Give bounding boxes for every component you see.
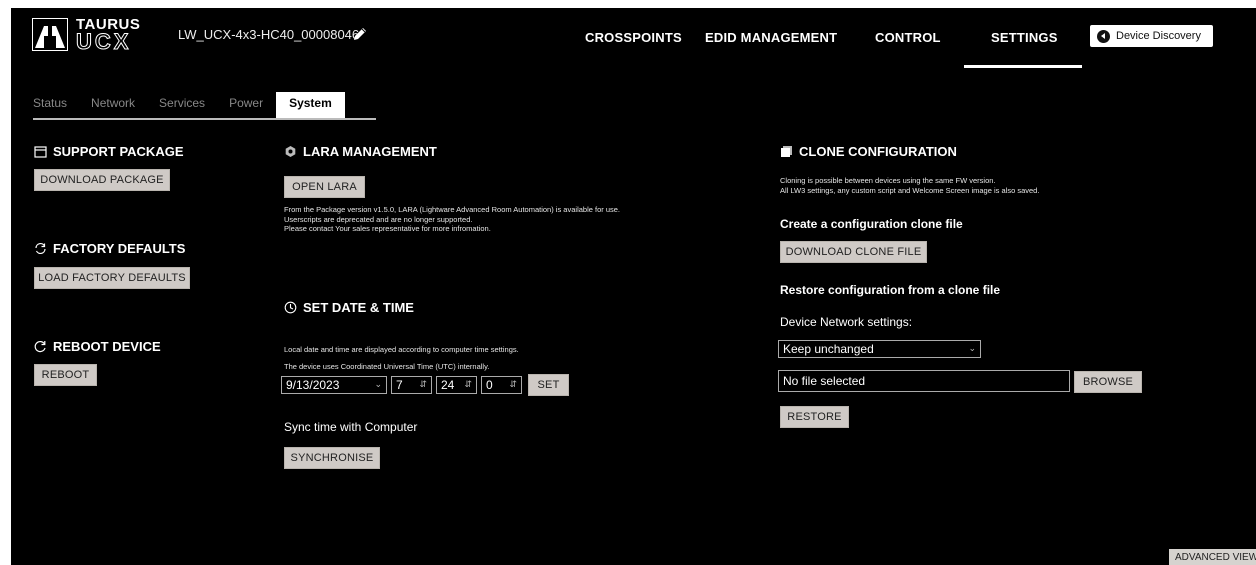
edit-pencil-icon[interactable] [352, 26, 368, 42]
minute-value: 24 [441, 378, 455, 392]
clone-configuration-label: CLONE CONFIGURATION [799, 144, 957, 159]
tab-services[interactable]: Services [159, 92, 205, 118]
clock-icon [284, 301, 297, 314]
lara-management-label: LARA MANAGEMENT [303, 144, 437, 159]
sync-time-label: Sync time with Computer [284, 420, 418, 434]
clone-info-line2: All LW3 settings, any custom script and … [780, 185, 1040, 195]
support-package-title: SUPPORT PACKAGE [34, 144, 184, 159]
tab-status[interactable]: Status [33, 92, 67, 118]
download-clone-file-button[interactable]: DOWNLOAD CLONE FILE [780, 241, 927, 263]
lara-info-line2: Userscripts are deprecated and are no lo… [284, 214, 473, 224]
reboot-device-label: REBOOT DEVICE [53, 339, 161, 354]
reboot-button[interactable]: REBOOT [34, 364, 97, 386]
set-date-time-label: SET DATE & TIME [303, 300, 414, 315]
second-value: 0 [486, 378, 493, 392]
settings-tabs: Status Network Services Power System [33, 92, 345, 120]
clone-file-value: No file selected [783, 374, 866, 388]
lara-info-line1: From the Package version v1.5.0, LARA (L… [284, 205, 621, 214]
minute-stepper[interactable]: 24 ⇵ [436, 376, 477, 394]
nav-control[interactable]: CONTROL [875, 30, 941, 45]
tabs-divider [33, 118, 376, 120]
brand-line2: UCX [75, 29, 132, 55]
reboot-icon [34, 340, 46, 353]
chevron-down-icon: ⌄ [374, 379, 382, 389]
datetime-info-line2: The device uses Coordinated Universal Ti… [284, 362, 490, 371]
network-settings-select[interactable]: Keep unchanged ⌄ [778, 340, 981, 358]
lara-info-text: From the Package version v1.5.0, LARA (L… [284, 205, 724, 234]
set-date-time-title: SET DATE & TIME [284, 300, 414, 315]
synchronise-button[interactable]: SYNCHRONISE [284, 447, 380, 469]
date-value: 9/13/2023 [286, 378, 340, 392]
download-package-button[interactable]: DOWNLOAD PACKAGE [34, 169, 170, 191]
app-window: TAURUS UCX LW_UCX-4x3-HC40_00008046 CROS… [11, 8, 1256, 565]
stepper-arrows-icon: ⇵ [509, 379, 517, 389]
clone-info-text: Cloning is possible between devices usin… [780, 176, 1210, 195]
logo-icon [32, 18, 68, 51]
tab-power[interactable]: Power [229, 92, 263, 118]
hour-value: 7 [396, 378, 403, 392]
factory-defaults-label: FACTORY DEFAULTS [53, 241, 186, 256]
reboot-device-title: REBOOT DEVICE [34, 339, 161, 354]
clone-configuration-title: CLONE CONFIGURATION [780, 144, 957, 159]
device-name: LW_UCX-4x3-HC40_00008046 [178, 27, 360, 42]
restore-button[interactable]: RESTORE [780, 406, 849, 428]
device-discovery-button[interactable]: Device Discovery [1090, 25, 1213, 47]
nav-crosspoints[interactable]: CROSSPOINTS [585, 30, 682, 45]
nav-edid-management[interactable]: EDID MANAGEMENT [705, 30, 837, 45]
taurus-ucx-logo: TAURUS UCX [32, 16, 144, 55]
nav-active-underline [964, 65, 1082, 68]
tab-network[interactable]: Network [91, 92, 135, 118]
open-lara-button[interactable]: OPEN LARA [284, 176, 365, 198]
hour-stepper[interactable]: 7 ⇵ [391, 376, 432, 394]
clone-file-field[interactable]: No file selected [778, 370, 1070, 392]
factory-defaults-title: FACTORY DEFAULTS [34, 241, 185, 256]
clone-copy-icon [781, 146, 792, 157]
stepper-arrows-icon: ⇵ [419, 379, 427, 389]
clone-info-line1: Cloning is possible between devices usin… [780, 176, 996, 185]
chevron-down-icon: ⌄ [968, 343, 976, 353]
load-factory-defaults-button[interactable]: LOAD FACTORY DEFAULTS [34, 267, 190, 289]
network-settings-value: Keep unchanged [783, 342, 874, 356]
lara-info-line3: Please contact Your sales representative… [284, 224, 491, 233]
restore-clone-heading: Restore configuration from a clone file [780, 283, 1001, 297]
device-discovery-label: Device Discovery [1116, 30, 1201, 42]
lara-gear-icon [285, 146, 296, 157]
back-arrow-icon [1097, 29, 1110, 43]
datetime-info-line1: Local date and time are displayed accord… [284, 345, 519, 354]
second-stepper[interactable]: 0 ⇵ [481, 376, 522, 394]
datetime-info-text: Local date and time are displayed accord… [284, 341, 704, 375]
date-select[interactable]: 9/13/2023 ⌄ [281, 376, 387, 394]
set-time-button[interactable]: SET [528, 374, 569, 396]
create-clone-heading: Create a configuration clone file [780, 217, 963, 231]
refresh-icon [35, 242, 46, 255]
lara-management-title: LARA MANAGEMENT [284, 144, 437, 159]
tab-system[interactable]: System [276, 92, 345, 120]
stepper-arrows-icon: ⇵ [464, 379, 472, 389]
advanced-view-button[interactable]: ADVANCED VIEW [1169, 549, 1256, 565]
browse-button[interactable]: BROWSE [1074, 371, 1142, 393]
device-network-settings-label: Device Network settings: [780, 315, 913, 329]
nav-settings[interactable]: SETTINGS [991, 30, 1058, 45]
package-box-icon [34, 146, 47, 158]
support-package-label: SUPPORT PACKAGE [53, 144, 184, 159]
